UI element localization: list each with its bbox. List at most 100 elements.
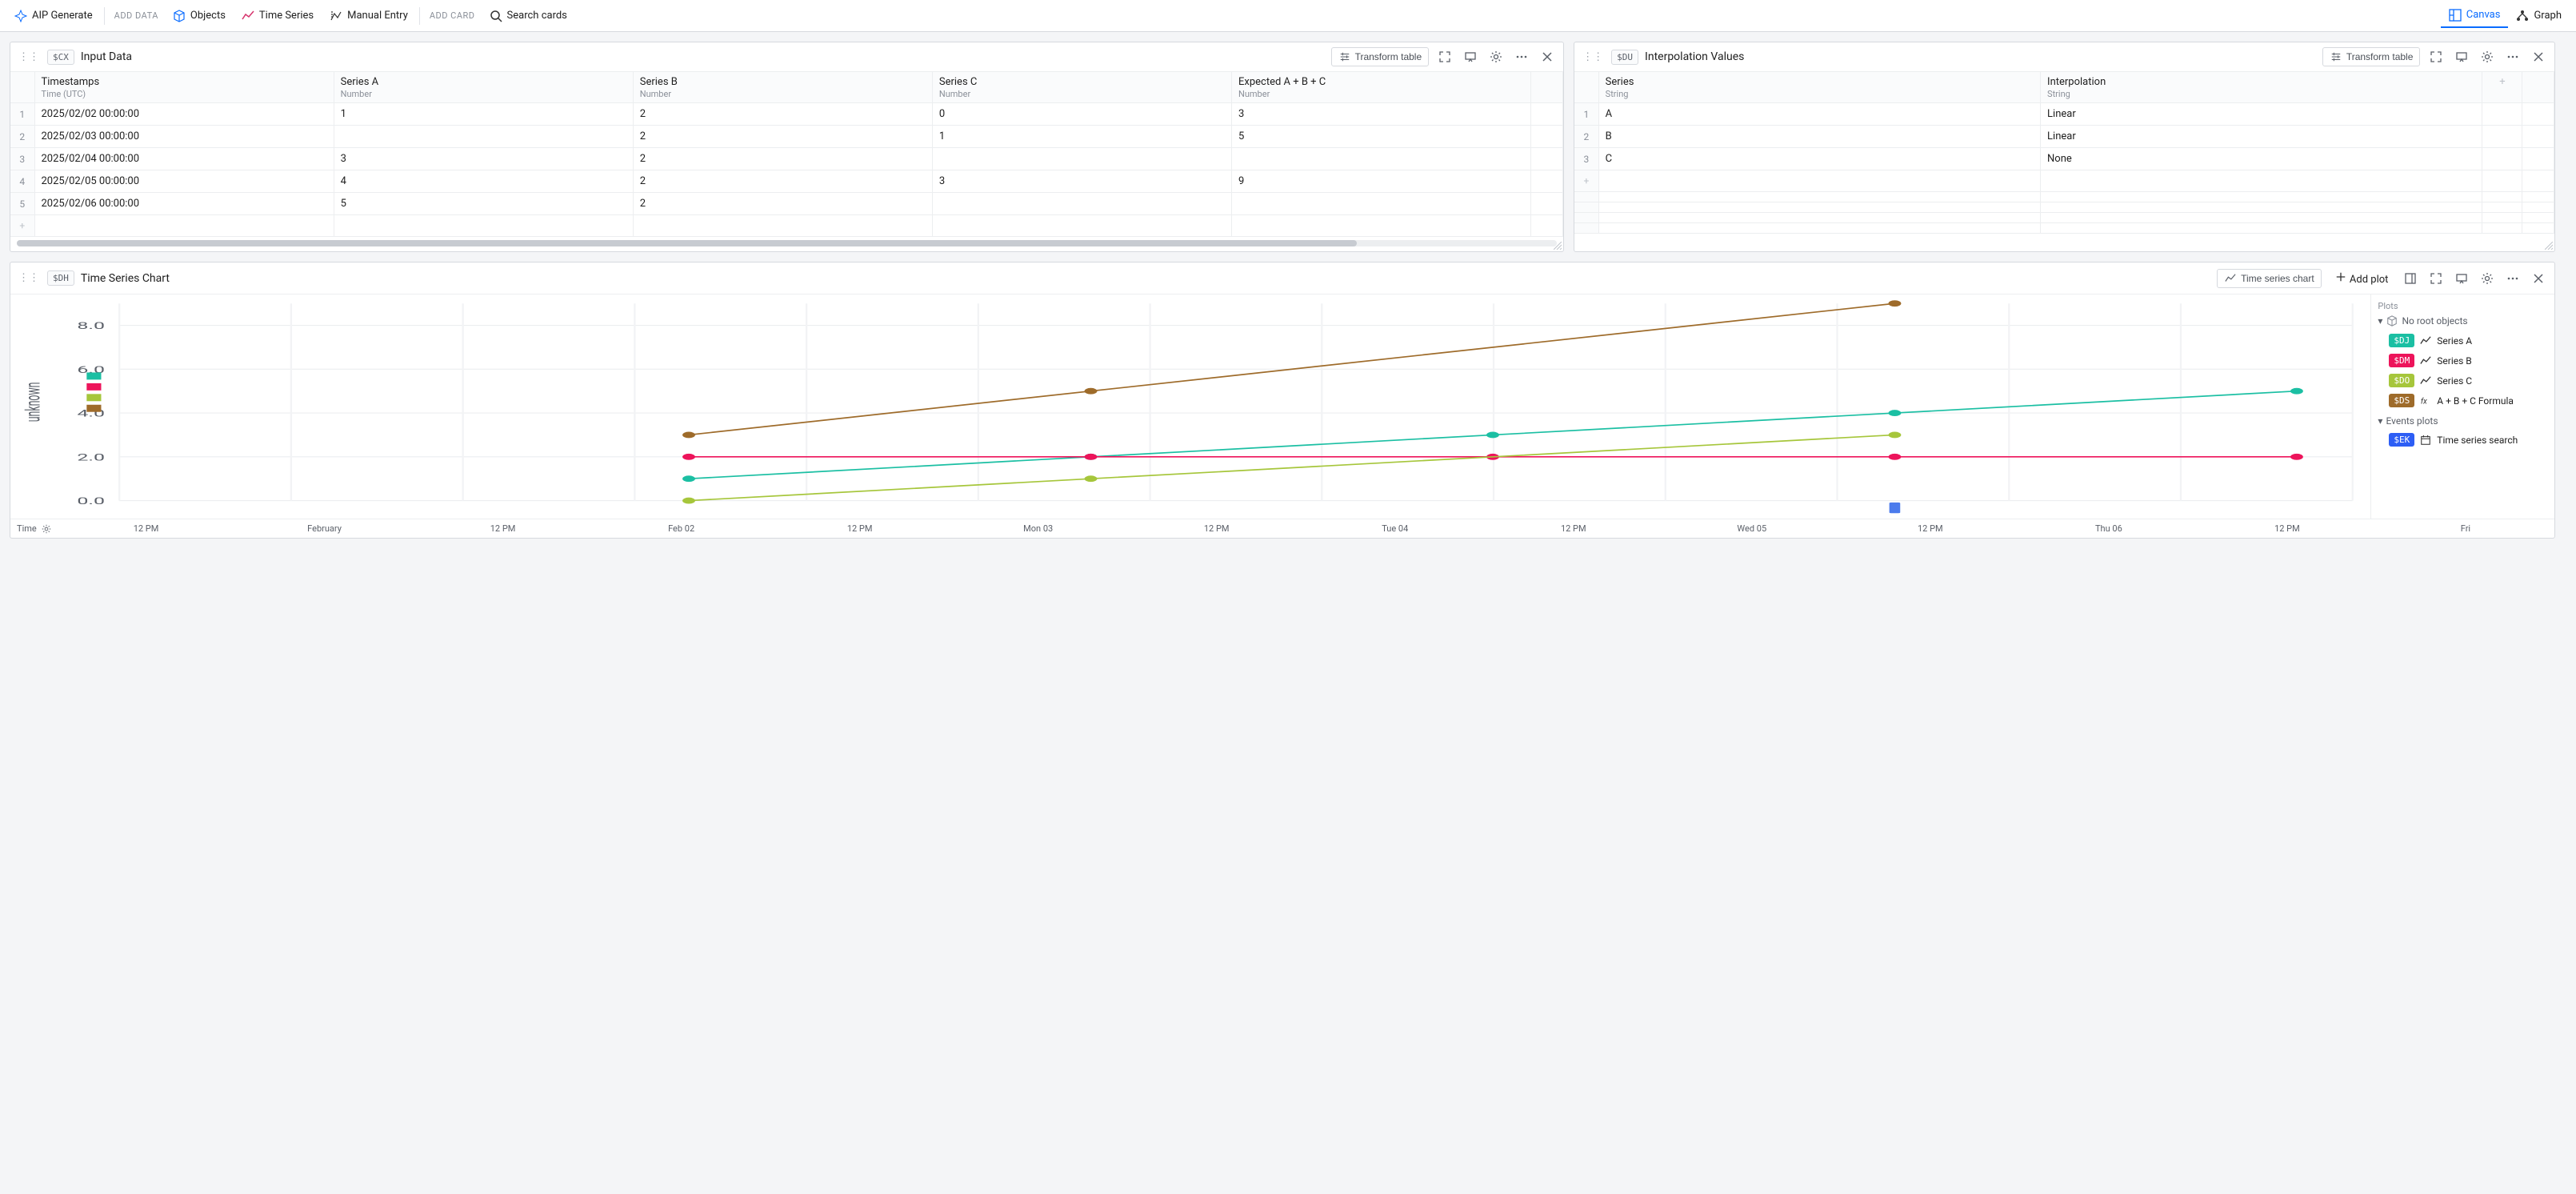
legend-token: $EK bbox=[2389, 433, 2414, 447]
chart-plot-area[interactable]: 0.02.04.06.08.0unknown bbox=[10, 294, 2370, 519]
expand-button[interactable] bbox=[2426, 47, 2446, 66]
series-icon bbox=[2419, 355, 2432, 367]
legend-item-events[interactable]: $EK Time series search bbox=[2378, 430, 2548, 450]
settings-button[interactable] bbox=[1486, 47, 1506, 66]
legend-item[interactable]: $DO Series C bbox=[2378, 371, 2548, 391]
settings-button[interactable] bbox=[2478, 269, 2497, 288]
search-cards-button[interactable]: Search cards bbox=[482, 5, 575, 27]
legend-item[interactable]: $DS fx A + B + C Formula bbox=[2378, 391, 2548, 411]
close-button[interactable] bbox=[2529, 47, 2548, 66]
graph-icon bbox=[2516, 10, 2529, 22]
table-row bbox=[1574, 202, 2554, 213]
aip-generate-button[interactable]: AIP Generate bbox=[6, 5, 101, 27]
chart-type-label: Time series chart bbox=[2241, 273, 2314, 284]
time-tick: 12 PM bbox=[770, 523, 949, 534]
close-button[interactable] bbox=[2529, 269, 2548, 288]
svg-text:0.0: 0.0 bbox=[77, 495, 105, 507]
add-row-button[interactable]: + bbox=[10, 215, 1563, 237]
legend-token: $DM bbox=[2389, 354, 2414, 367]
line-chart-icon bbox=[2224, 272, 2237, 285]
time-series-button[interactable]: Time Series bbox=[234, 5, 322, 27]
table-row[interactable]: 2BLinear bbox=[1574, 126, 2554, 148]
column-header[interactable]: Expected A + B + CNumber bbox=[1232, 72, 1531, 103]
transform-label: Transform table bbox=[2346, 51, 2414, 62]
add-column-button[interactable]: + bbox=[2482, 72, 2522, 103]
objects-button[interactable]: Objects bbox=[165, 5, 234, 27]
resize-handle-icon[interactable] bbox=[1554, 242, 1562, 250]
plots-section-label: Plots bbox=[2378, 301, 2548, 311]
column-header[interactable]: InterpolationString bbox=[2041, 72, 2482, 103]
svg-text:2.0: 2.0 bbox=[77, 451, 105, 463]
drag-handle-icon[interactable]: ⋮⋮ bbox=[1581, 50, 1605, 65]
card-token[interactable]: $DH bbox=[47, 270, 74, 286]
table-row[interactable]: 1ALinear bbox=[1574, 103, 2554, 126]
table-row[interactable]: 12025/02/02 00:00:001203 bbox=[10, 103, 1563, 126]
card-title: Input Data bbox=[81, 50, 132, 63]
time-tick: Fri bbox=[2376, 523, 2554, 534]
svg-text:fx: fx bbox=[2421, 397, 2427, 406]
table-row[interactable]: 32025/02/04 00:00:0032 bbox=[10, 148, 1563, 170]
svg-text:unknown: unknown bbox=[21, 383, 44, 423]
column-header[interactable]: SeriesString bbox=[1598, 72, 2040, 103]
present-button[interactable] bbox=[2452, 47, 2471, 66]
column-header[interactable]: Series ANumber bbox=[334, 72, 633, 103]
chart-type-button[interactable]: Time series chart bbox=[2217, 269, 2322, 288]
graph-tab[interactable]: Graph bbox=[2508, 5, 2570, 27]
table-row[interactable]: 42025/02/05 00:00:004239 bbox=[10, 170, 1563, 193]
column-header[interactable]: TimestampsTime (UTC) bbox=[34, 72, 334, 103]
time-tick: Thu 06 bbox=[2019, 523, 2198, 534]
drag-handle-icon[interactable]: ⋮⋮ bbox=[17, 50, 41, 65]
legend-item[interactable]: $DJ Series A bbox=[2378, 331, 2548, 351]
column-header[interactable]: Series CNumber bbox=[932, 72, 1231, 103]
gear-icon[interactable] bbox=[40, 523, 53, 535]
legend-item[interactable]: $DM Series B bbox=[2378, 351, 2548, 371]
more-button[interactable] bbox=[2503, 47, 2522, 66]
input-data-card: ⋮⋮ $CX Input Data Transform table Timest… bbox=[10, 42, 1564, 252]
table-row[interactable]: 3CNone bbox=[1574, 148, 2554, 170]
card-token[interactable]: $CX bbox=[47, 50, 74, 65]
table-row[interactable]: 22025/02/03 00:00:00215 bbox=[10, 126, 1563, 148]
add-plot-label: Add plot bbox=[2350, 274, 2389, 286]
card-token[interactable]: $DU bbox=[1611, 50, 1638, 65]
legend-token: $DS bbox=[2389, 394, 2414, 407]
card-title: Interpolation Values bbox=[1645, 50, 1744, 63]
svg-text:8.0: 8.0 bbox=[77, 320, 105, 331]
no-root-objects-label: ▾ No root objects bbox=[2378, 315, 2548, 327]
expand-button[interactable] bbox=[1435, 47, 1454, 66]
present-button[interactable] bbox=[2452, 269, 2471, 288]
table-row[interactable]: 52025/02/06 00:00:0052 bbox=[10, 193, 1563, 215]
expand-button[interactable] bbox=[2426, 269, 2446, 288]
card-header: ⋮⋮ $DU Interpolation Values Transform ta… bbox=[1574, 42, 2554, 72]
table-row bbox=[1574, 223, 2554, 234]
legend-token: $DO bbox=[2389, 374, 2414, 387]
transform-table-button[interactable]: Transform table bbox=[2322, 47, 2421, 66]
canvas-tab[interactable]: Canvas bbox=[2441, 4, 2509, 28]
more-button[interactable] bbox=[1512, 47, 1531, 66]
time-tick: Tue 04 bbox=[1306, 523, 1484, 534]
cube-icon bbox=[2386, 315, 2398, 327]
resize-handle-icon[interactable] bbox=[2545, 242, 2553, 250]
drag-handle-icon[interactable]: ⋮⋮ bbox=[17, 270, 41, 286]
legend-label: Time series search bbox=[2437, 435, 2518, 446]
top-toolbar: AIP Generate ADD DATA Objects Time Serie… bbox=[0, 0, 2576, 32]
close-button[interactable] bbox=[1538, 47, 1557, 66]
canvas-area: ⋮⋮ $CX Input Data Transform table Timest… bbox=[0, 32, 2576, 548]
horizontal-scrollbar[interactable] bbox=[17, 240, 1557, 246]
add-row-button[interactable]: + bbox=[1574, 170, 2554, 192]
plus-icon bbox=[2334, 270, 2347, 283]
legend-label: Series B bbox=[2437, 355, 2471, 367]
card-title: Time Series Chart bbox=[81, 272, 170, 285]
column-header[interactable]: Series BNumber bbox=[633, 72, 932, 103]
present-button[interactable] bbox=[1461, 47, 1480, 66]
settings-button[interactable] bbox=[2478, 47, 2497, 66]
add-plot-button[interactable]: Add plot bbox=[2328, 267, 2395, 289]
separator bbox=[419, 7, 420, 25]
layout-button[interactable] bbox=[2401, 269, 2420, 288]
transform-table-button[interactable]: Transform table bbox=[1331, 47, 1430, 66]
legend-label: Series A bbox=[2437, 335, 2472, 347]
manual-entry-button[interactable]: Manual Entry bbox=[322, 5, 416, 27]
interpolation-card: ⋮⋮ $DU Interpolation Values Transform ta… bbox=[1574, 42, 2555, 252]
more-button[interactable] bbox=[2503, 269, 2522, 288]
time-tick: 12 PM bbox=[1127, 523, 1306, 534]
canvas-icon bbox=[2449, 9, 2462, 22]
